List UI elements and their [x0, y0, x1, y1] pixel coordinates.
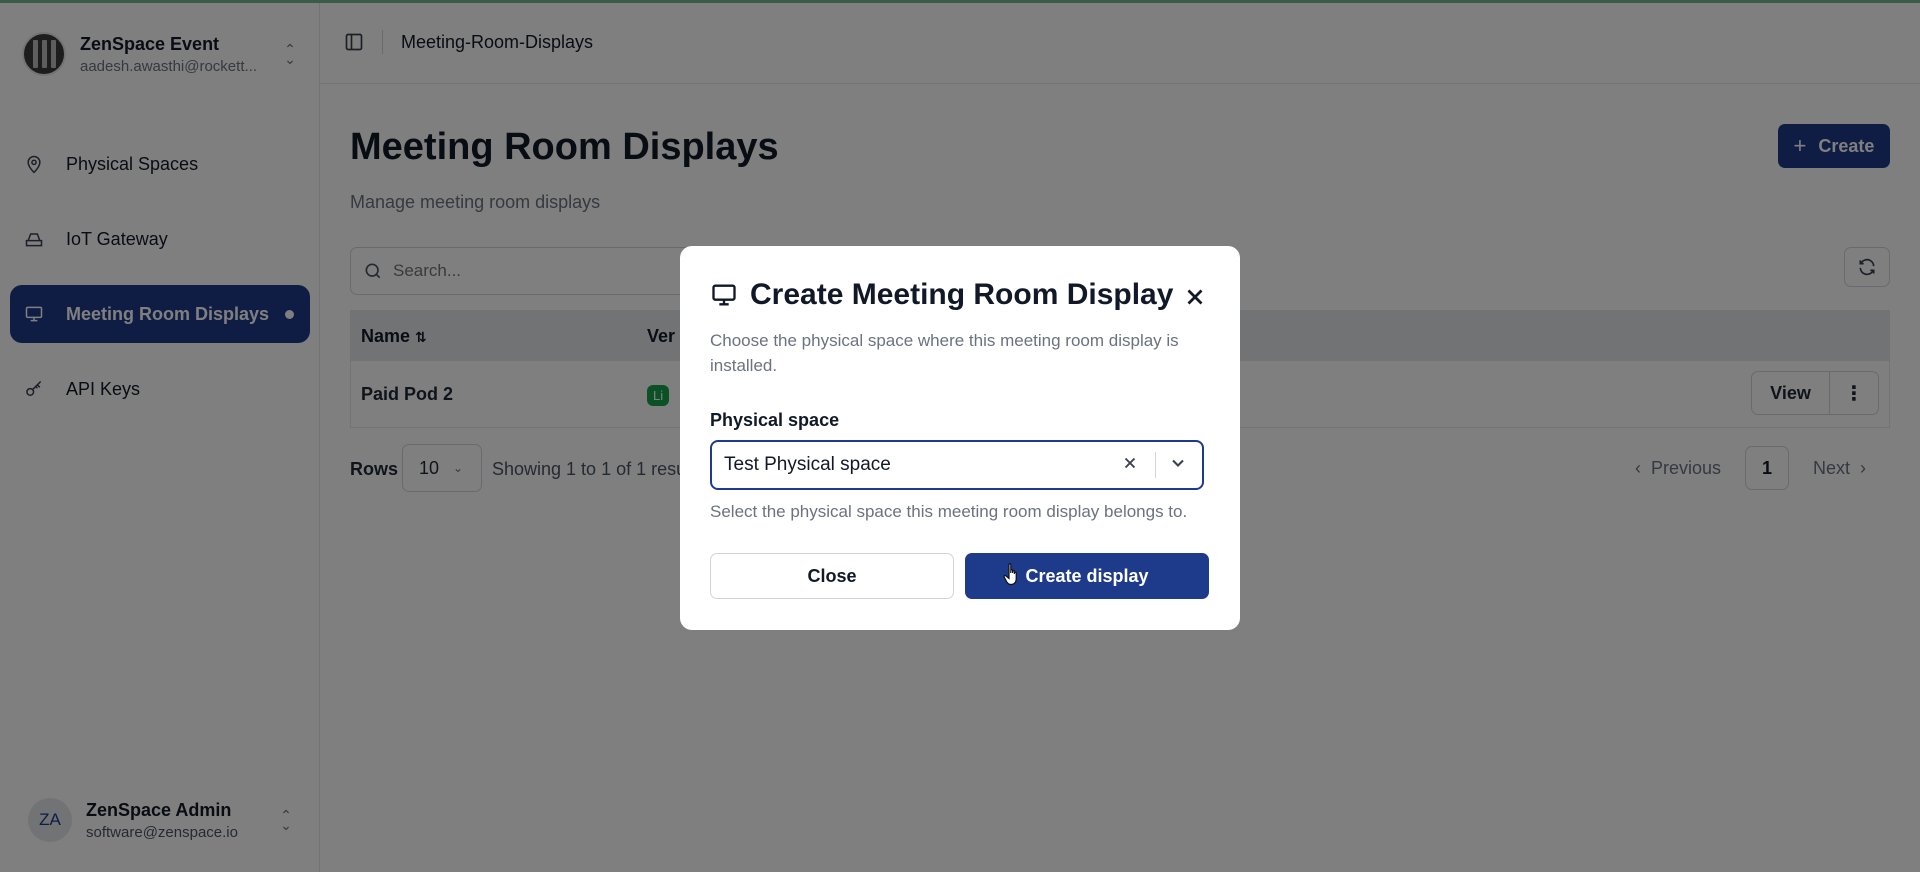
physical-space-help: Select the physical space this meeting r…	[710, 502, 1188, 521]
top-accent-line	[0, 0, 1920, 3]
close-button[interactable]: Close	[710, 553, 954, 599]
physical-space-select[interactable]: Test Physical space	[710, 440, 1204, 490]
modal-description: Choose the physical space where this mee…	[710, 331, 1179, 375]
physical-space-label: Physical space	[710, 410, 840, 430]
select-divider	[1155, 452, 1156, 478]
chevron-down-icon[interactable]	[1168, 453, 1192, 477]
physical-space-value: Test Physical space	[724, 454, 891, 475]
hand-cursor-icon	[1003, 563, 1017, 586]
create-display-modal: Create Meeting Room Display Choose the p…	[680, 246, 1240, 630]
modal-title: Create Meeting Room Display	[750, 278, 1174, 311]
monitor-icon	[712, 284, 736, 306]
close-icon[interactable]	[1182, 284, 1208, 310]
clear-selection-icon[interactable]	[1121, 454, 1143, 476]
